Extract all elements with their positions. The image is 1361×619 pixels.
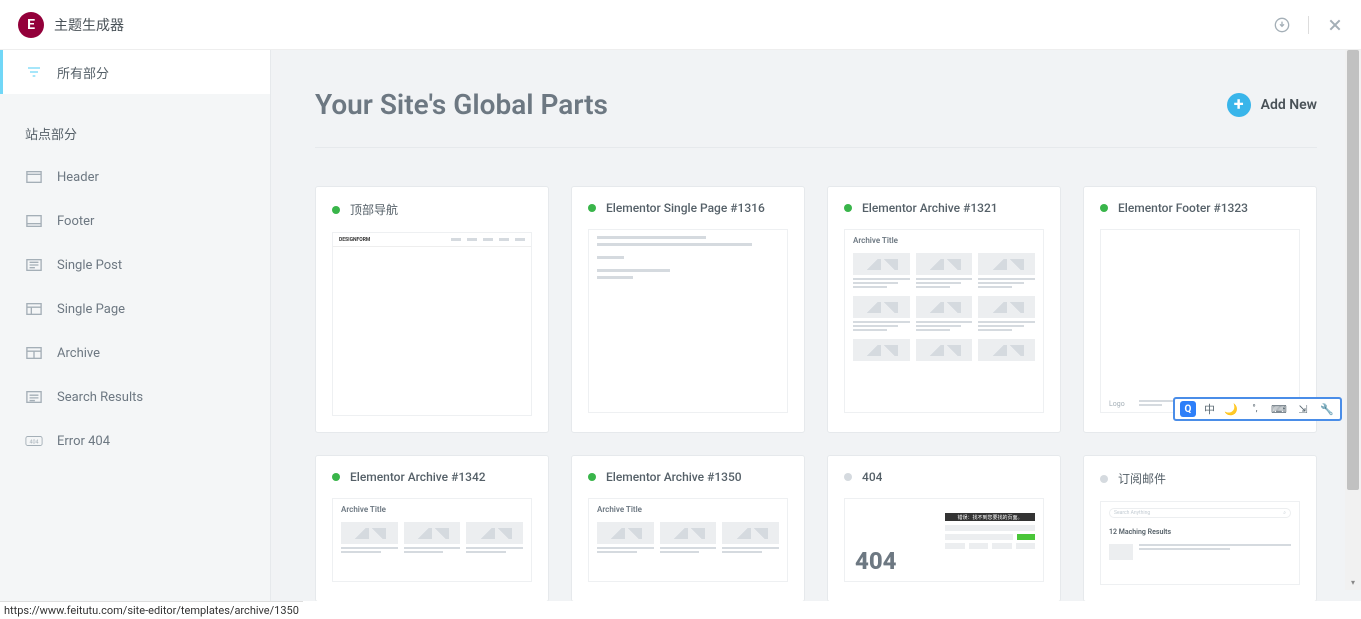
- elementor-logo-icon: E: [18, 12, 44, 38]
- preview-footer: Logo: [1100, 229, 1300, 413]
- search-results-icon: [25, 388, 43, 406]
- sidebar-item-single-page[interactable]: Single Page: [0, 287, 270, 331]
- keyboard-icon[interactable]: ⌨: [1271, 401, 1287, 417]
- expand-icon[interactable]: ⇲: [1295, 401, 1311, 417]
- preview-archive: Archive Title: [332, 498, 532, 582]
- main-header: Your Site's Global Parts + Add New: [315, 88, 1317, 148]
- browser-status-bar: https://www.feitutu.com/site-editor/temp…: [0, 601, 303, 619]
- archive-icon: [25, 344, 43, 362]
- card-title: Elementor Single Page #1316: [606, 201, 765, 215]
- wrench-icon[interactable]: 🔧: [1319, 401, 1335, 417]
- main-content: Your Site's Global Parts + Add New 顶部导航 …: [271, 50, 1361, 601]
- template-card[interactable]: 订阅邮件 Search Anything⌕ 12 Maching Results: [1083, 455, 1317, 601]
- status-dot-icon: [332, 206, 340, 214]
- preview-archive: Archive Title: [588, 498, 788, 582]
- template-card[interactable]: 顶部导航 DESIGNFORM: [315, 186, 549, 433]
- ime-mode-label[interactable]: 中: [1204, 401, 1215, 417]
- status-dot-icon: [1100, 475, 1108, 483]
- cards-grid: 顶部导航 DESIGNFORM Elementor Single Page #1…: [315, 186, 1317, 601]
- plus-icon: +: [1227, 93, 1251, 117]
- sidebar: 所有部分 站点部分 Header Footer Single Post Sing…: [0, 50, 271, 601]
- sidebar-item-label: Single Post: [57, 258, 122, 273]
- card-title: 顶部导航: [350, 201, 398, 218]
- status-dot-icon: [1100, 204, 1108, 212]
- preview-404: 404 错误：找不到您要找的页面。: [844, 498, 1044, 582]
- status-dot-icon: [844, 473, 852, 481]
- sidebar-item-label: Single Page: [57, 302, 125, 317]
- card-title: 404: [862, 470, 882, 484]
- card-title: 订阅邮件: [1118, 470, 1166, 487]
- sidebar-item-label: Error 404: [57, 434, 110, 449]
- app-title: 主题生成器: [54, 15, 124, 35]
- ime-toolbar[interactable]: Q 中 🌙 °, ⌨ ⇲ 🔧: [1173, 397, 1342, 421]
- card-title: Elementor Footer #1323: [1118, 201, 1248, 215]
- separator: [1308, 16, 1309, 34]
- sidebar-section-label: 站点部分: [0, 94, 270, 155]
- error-404-icon: 404: [25, 432, 43, 450]
- card-title: Elementor Archive #1350: [606, 470, 742, 484]
- moon-icon[interactable]: 🌙: [1223, 401, 1239, 417]
- sidebar-item-label: Archive: [57, 346, 100, 361]
- single-page-icon: [25, 300, 43, 318]
- sidebar-item-label: Footer: [57, 214, 94, 229]
- punctuation-icon[interactable]: °,: [1247, 401, 1263, 417]
- body: 所有部分 站点部分 Header Footer Single Post Sing…: [0, 50, 1361, 601]
- sidebar-item-header[interactable]: Header: [0, 155, 270, 199]
- sidebar-item-all-parts[interactable]: 所有部分: [0, 50, 270, 94]
- status-dot-icon: [588, 204, 596, 212]
- template-card[interactable]: Elementor Archive #1350 Archive Title: [571, 455, 805, 601]
- header-left: E 主题生成器: [18, 12, 124, 38]
- sidebar-item-label: Header: [57, 170, 99, 185]
- add-new-label: Add New: [1261, 97, 1317, 113]
- preview-search: Search Anything⌕ 12 Maching Results: [1100, 501, 1300, 585]
- template-card[interactable]: Elementor Single Page #1316: [571, 186, 805, 433]
- card-title: Elementor Archive #1342: [350, 470, 486, 484]
- template-card[interactable]: 404 404 错误：找不到您要找的页面。: [827, 455, 1061, 601]
- ime-logo-icon: Q: [1180, 401, 1196, 417]
- template-card[interactable]: Elementor Archive #1321 Archive Title: [827, 186, 1061, 433]
- preview-navbar: DESIGNFORM: [332, 232, 532, 416]
- card-title: Elementor Archive #1321: [862, 201, 998, 215]
- download-icon[interactable]: [1274, 17, 1290, 33]
- add-new-button[interactable]: + Add New: [1227, 93, 1317, 117]
- template-card[interactable]: Elementor Archive #1342 Archive Title: [315, 455, 549, 601]
- scrollbar-thumb[interactable]: [1347, 50, 1359, 490]
- single-post-icon: [25, 256, 43, 274]
- chevron-down-icon[interactable]: ▾: [1345, 574, 1361, 590]
- sidebar-item-archive[interactable]: Archive: [0, 331, 270, 375]
- sidebar-item-label: Search Results: [57, 390, 143, 405]
- header-icon: [25, 168, 43, 186]
- filter-icon: [25, 63, 43, 81]
- status-dot-icon: [332, 473, 340, 481]
- status-dot-icon: [588, 473, 596, 481]
- status-dot-icon: [844, 204, 852, 212]
- sidebar-item-single-post[interactable]: Single Post: [0, 243, 270, 287]
- template-card[interactable]: Elementor Footer #1323 Logo: [1083, 186, 1317, 433]
- sidebar-item-error-404[interactable]: 404 Error 404: [0, 419, 270, 463]
- app-header: E 主题生成器: [0, 0, 1361, 50]
- sidebar-item-label: 所有部分: [57, 63, 109, 82]
- preview-archive: Archive Title: [844, 229, 1044, 413]
- footer-icon: [25, 212, 43, 230]
- sidebar-item-footer[interactable]: Footer: [0, 199, 270, 243]
- svg-text:404: 404: [29, 440, 38, 446]
- scrollbar[interactable]: ▾: [1345, 50, 1361, 590]
- close-icon[interactable]: [1327, 17, 1343, 33]
- status-url: https://www.feitutu.com/site-editor/temp…: [4, 604, 299, 617]
- sidebar-item-search-results[interactable]: Search Results: [0, 375, 270, 419]
- page-title: Your Site's Global Parts: [315, 88, 608, 121]
- header-right: [1274, 16, 1343, 34]
- preview-text: [588, 229, 788, 413]
